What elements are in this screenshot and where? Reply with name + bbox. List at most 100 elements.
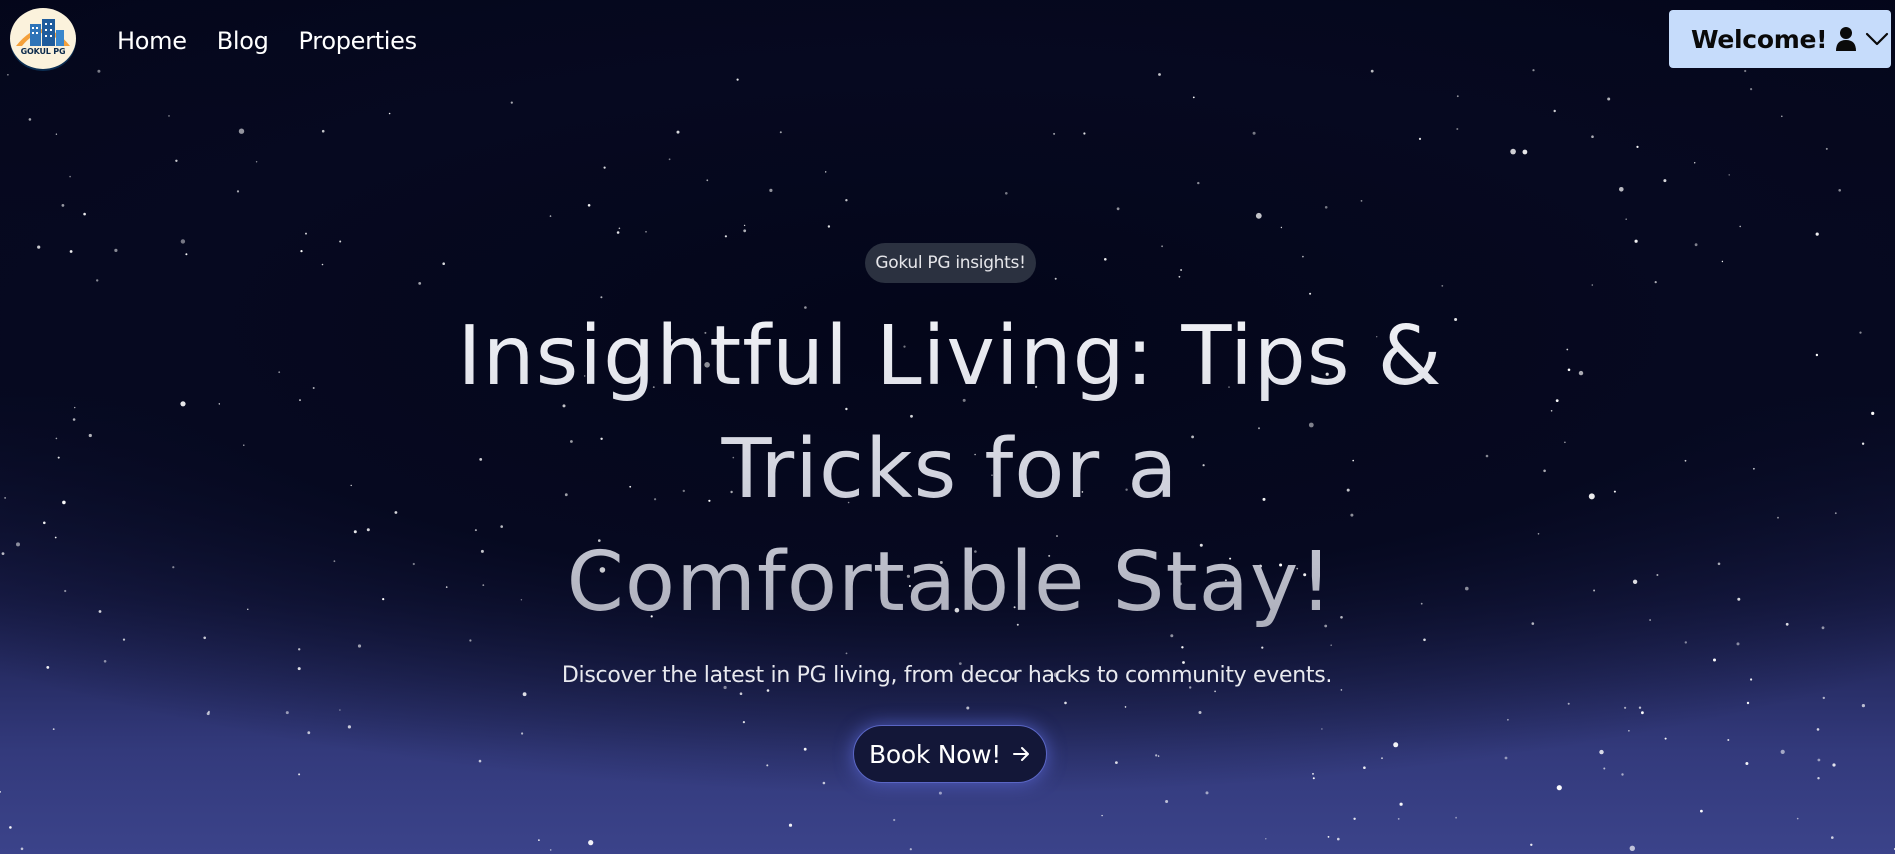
- star: [1261, 646, 1264, 649]
- star: [1564, 441, 1566, 444]
- star: [1739, 225, 1741, 228]
- star: [64, 589, 67, 593]
- star: [1624, 706, 1627, 709]
- star: [180, 401, 186, 407]
- star: [766, 764, 769, 767]
- star: [1116, 207, 1120, 211]
- star: [1321, 728, 1323, 730]
- headline-line-3: Comfortable Stay!: [566, 535, 1334, 630]
- star: [238, 128, 245, 134]
- star: [1796, 817, 1799, 820]
- star: [743, 229, 747, 233]
- welcome-dropdown-button[interactable]: Welcome!: [1669, 10, 1891, 68]
- star: [618, 227, 621, 230]
- star: [1252, 131, 1256, 135]
- star: [1727, 739, 1730, 741]
- star: [307, 731, 311, 735]
- star: [366, 528, 370, 532]
- star: [61, 204, 65, 207]
- book-now-button[interactable]: Book Now!: [853, 725, 1047, 783]
- star: [180, 239, 186, 244]
- star: [1312, 777, 1315, 780]
- star: [300, 250, 303, 253]
- star: [16, 542, 20, 547]
- star: [645, 231, 647, 233]
- star: [1280, 226, 1283, 229]
- star: [676, 130, 680, 134]
- star: [1654, 281, 1657, 284]
- star: [510, 101, 513, 104]
- star: [236, 190, 240, 193]
- star: [1629, 845, 1636, 851]
- star: [827, 225, 831, 228]
- nav-link-properties[interactable]: Properties: [299, 27, 418, 55]
- star: [706, 179, 709, 182]
- star: [43, 521, 46, 525]
- star: [1064, 701, 1067, 705]
- logo-text: GOKUL PG: [20, 47, 66, 56]
- star: [1861, 704, 1865, 708]
- star: [1180, 269, 1183, 271]
- star: [1591, 284, 1594, 286]
- star: [1337, 837, 1340, 841]
- star: [333, 560, 336, 563]
- star: [1588, 493, 1595, 500]
- star: [822, 781, 826, 785]
- nav-link-blog[interactable]: Blog: [217, 27, 269, 55]
- star: [1566, 348, 1569, 351]
- star: [203, 636, 206, 640]
- star: [1053, 132, 1056, 135]
- star: [893, 818, 896, 822]
- star: [521, 732, 524, 735]
- star: [1567, 702, 1570, 705]
- star: [788, 823, 793, 827]
- star: [1456, 128, 1459, 130]
- star: [1684, 459, 1687, 462]
- star: [54, 536, 57, 539]
- star: [175, 159, 178, 162]
- building-logo-icon: [16, 19, 70, 46]
- star: [1815, 353, 1819, 357]
- star: [418, 282, 422, 285]
- star: [298, 648, 301, 651]
- star: [98, 610, 102, 613]
- star: [1638, 706, 1642, 709]
- star: [9, 826, 12, 829]
- star: [69, 175, 71, 178]
- star: [538, 839, 540, 841]
- star: [1816, 728, 1820, 731]
- star: [382, 598, 385, 601]
- insights-badge: Gokul PG insights!: [865, 243, 1036, 283]
- star: [1636, 145, 1639, 148]
- nav-link-home[interactable]: Home: [117, 27, 187, 55]
- star: [55, 437, 58, 440]
- star: [357, 644, 362, 648]
- site-logo[interactable]: GOKUL PG: [10, 8, 76, 69]
- star: [185, 253, 188, 256]
- star: [469, 639, 472, 642]
- star: [172, 566, 175, 569]
- star: [1441, 285, 1444, 287]
- star: [1817, 777, 1820, 780]
- star: [1161, 245, 1163, 248]
- star: [1181, 646, 1184, 649]
- star: [1815, 232, 1819, 236]
- star: [1832, 763, 1836, 767]
- star: [478, 759, 482, 763]
- star: [347, 725, 351, 729]
- star: [1155, 754, 1158, 757]
- star: [616, 231, 620, 234]
- star: [88, 433, 92, 438]
- star: [1613, 490, 1616, 493]
- star: [1255, 212, 1262, 219]
- star: [769, 188, 773, 192]
- star: [1817, 758, 1821, 762]
- star: [412, 562, 415, 566]
- star: [321, 263, 324, 266]
- star: [1312, 773, 1314, 775]
- star: [1628, 730, 1630, 732]
- star: [339, 240, 342, 243]
- star: [1381, 757, 1383, 760]
- star: [1831, 836, 1834, 839]
- star: [766, 689, 770, 692]
